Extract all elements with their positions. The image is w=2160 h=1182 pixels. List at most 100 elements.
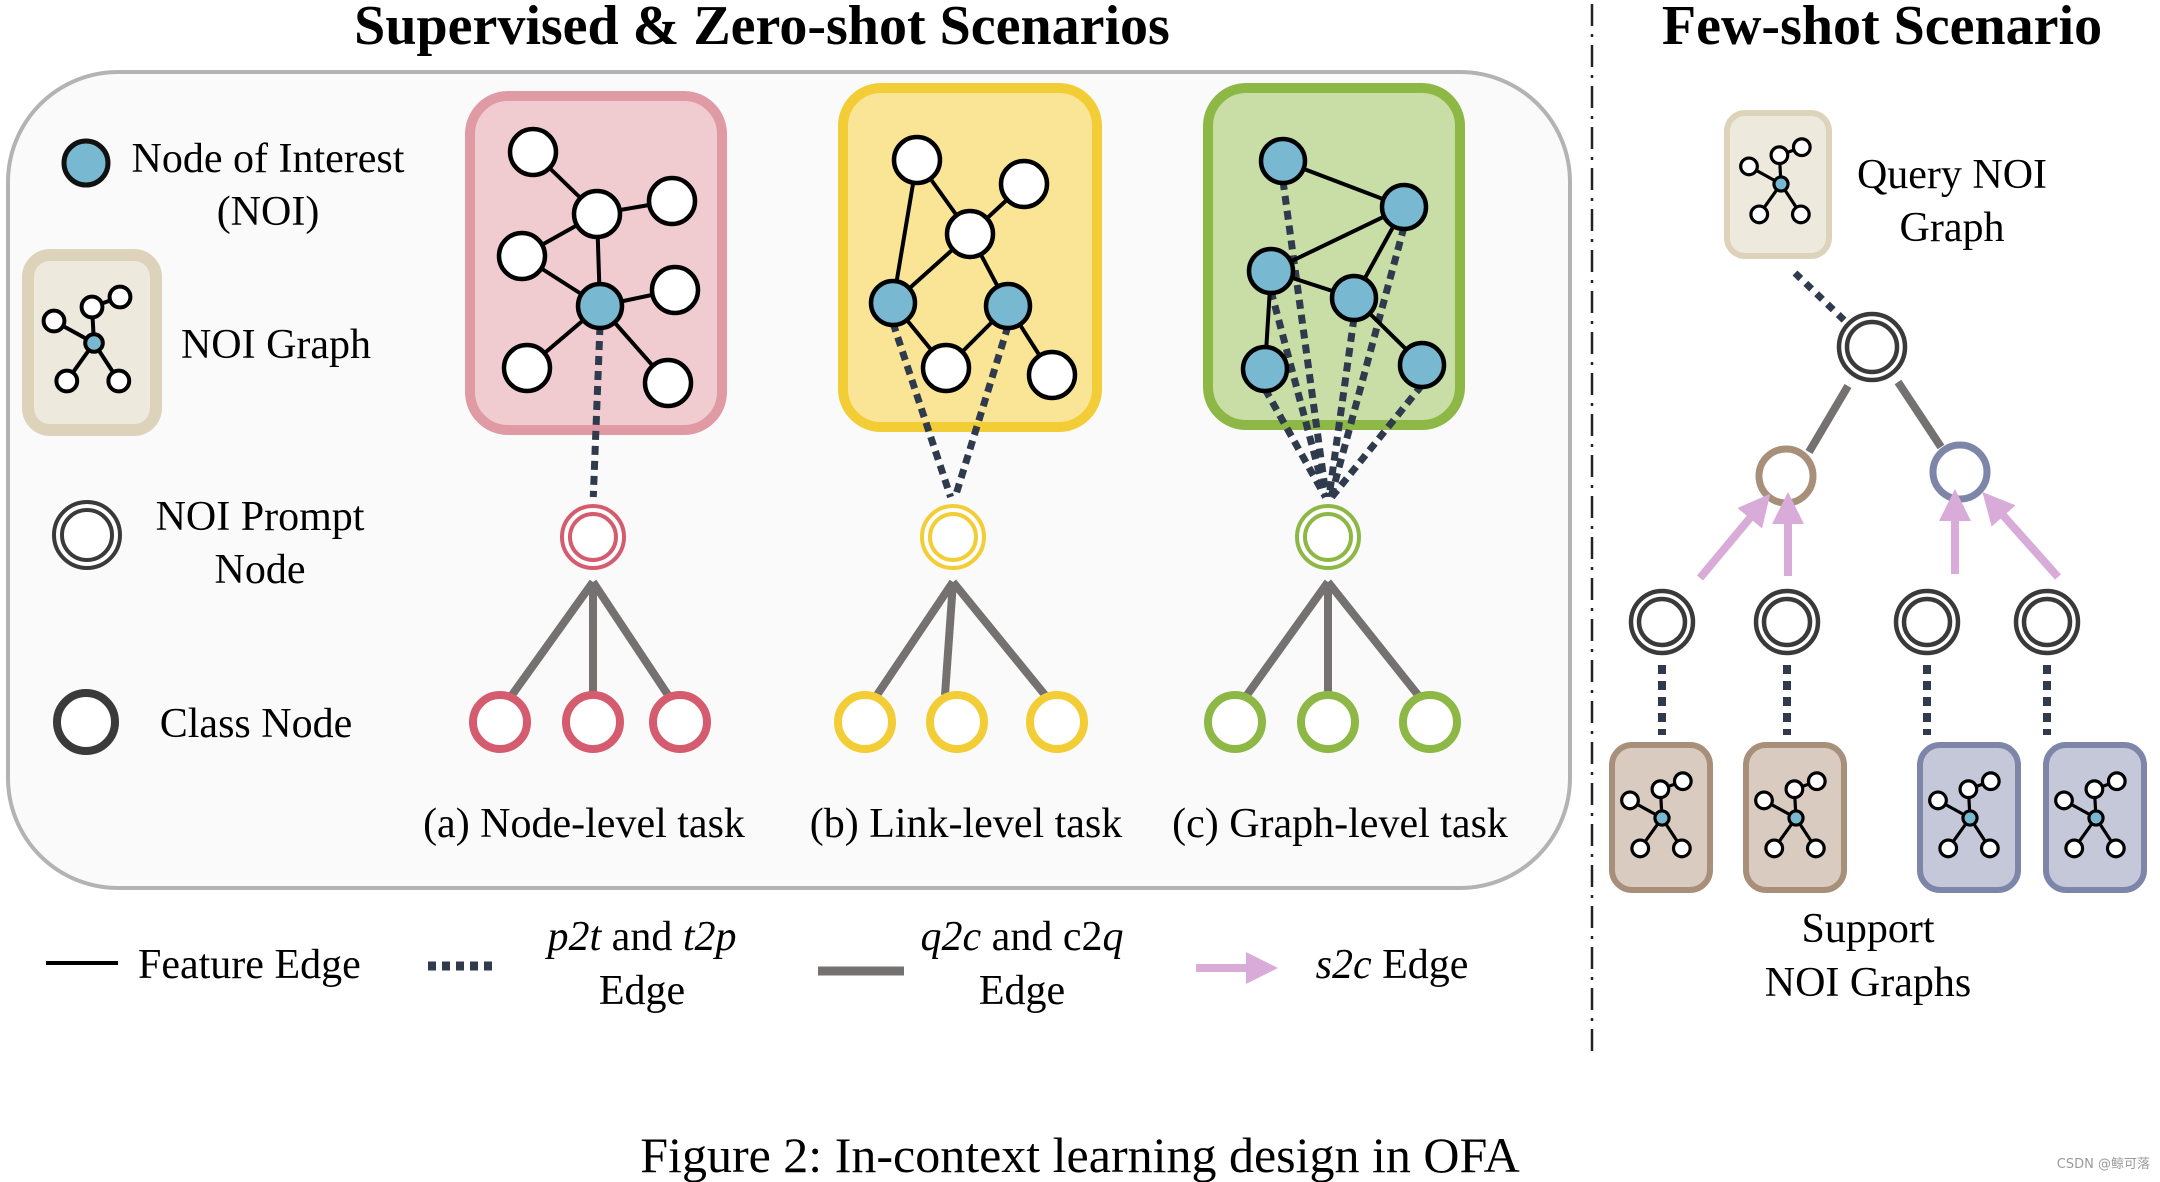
p2t-mid: and xyxy=(601,914,683,960)
graph-node xyxy=(1764,838,1785,859)
graph-node xyxy=(1805,838,1826,859)
query-label-line1: Query NOI xyxy=(1857,152,2047,198)
legend-prompt-line1: NOI Prompt xyxy=(156,494,365,540)
graph-node xyxy=(1980,771,2001,792)
graph-node xyxy=(998,158,1050,210)
title-few-shot: Few-shot Scenario xyxy=(1662,0,2102,57)
graph-node xyxy=(1650,779,1671,800)
class-node xyxy=(926,691,988,753)
graph-node xyxy=(1630,838,1651,859)
task-label: (c) Graph-level task xyxy=(1172,801,1508,847)
graph-node xyxy=(1784,779,1805,800)
class-node xyxy=(834,691,896,753)
graph-node xyxy=(649,264,701,316)
graph-node xyxy=(571,188,623,240)
noi-node xyxy=(1258,136,1308,186)
graph-node xyxy=(1026,349,1078,401)
class-node xyxy=(649,691,711,753)
noi-node xyxy=(1787,809,1805,827)
graph-node xyxy=(1739,156,1759,177)
noi-node xyxy=(1329,273,1379,323)
noi-node xyxy=(83,332,105,354)
graph-node xyxy=(1672,771,1693,792)
class-node xyxy=(1204,691,1266,753)
s2c-arrow xyxy=(1982,492,2061,580)
figure-caption: Figure 2: In-context learning design in … xyxy=(640,1127,1519,1182)
noi-node xyxy=(983,281,1033,331)
graph-node xyxy=(107,284,133,310)
task-label: (b) Link-level task xyxy=(810,801,1123,847)
class-node xyxy=(1026,691,1088,753)
noi-node xyxy=(575,281,625,331)
legend-class-node: Class Node xyxy=(53,689,353,755)
class-node xyxy=(1929,441,1991,503)
legend-noi-line2: (NOI) xyxy=(217,189,320,235)
graph-node xyxy=(2064,838,2085,859)
noi-node xyxy=(1653,809,1671,827)
noi-node xyxy=(2087,809,2105,827)
noi-node xyxy=(1772,175,1790,193)
graph-node xyxy=(891,134,943,186)
support-label-line2: NOI Graphs xyxy=(1765,960,1971,1006)
s2c-arrow xyxy=(1696,493,1771,581)
support-label-line1: Support xyxy=(1801,906,1934,952)
c2q-italic: q xyxy=(1102,914,1123,960)
task-label: (a) Node-level task xyxy=(423,801,745,847)
q2c-mid: and c2 xyxy=(981,914,1102,960)
graph-node xyxy=(106,368,132,394)
graph-node xyxy=(1938,838,1959,859)
query-label-line2: Graph xyxy=(1900,205,2005,251)
watermark: CSDN @鲸可落 xyxy=(2057,1157,2150,1172)
noi-node-icon xyxy=(61,138,111,188)
graph-node xyxy=(1958,779,1979,800)
class-node xyxy=(1399,691,1461,753)
class-node-icon xyxy=(53,689,119,755)
graph-node xyxy=(507,126,559,178)
noi-node xyxy=(1397,340,1447,390)
q2c-italic: q2c xyxy=(921,914,982,960)
graph-node xyxy=(2054,790,2074,811)
graph-node xyxy=(54,368,80,394)
p2t-edge xyxy=(1792,270,1849,325)
legend-class-label: Class Node xyxy=(160,701,353,747)
graph-node xyxy=(1791,137,1812,158)
graph-node xyxy=(944,208,996,260)
feature-edge-label: Feature Edge xyxy=(138,942,361,988)
graph-node xyxy=(2106,771,2127,792)
few-shot-diagram: Query NOI Graph Support NOI Graphs xyxy=(1609,110,2147,1006)
graph-node xyxy=(79,294,105,320)
t2p-italic: t2p xyxy=(683,914,737,960)
q2c-edge xyxy=(1894,379,1945,450)
legend-noi-line1: Node of Interest xyxy=(132,136,405,182)
class-node xyxy=(469,691,531,753)
q2c-edge xyxy=(1805,383,1852,455)
graph-node xyxy=(920,342,972,394)
graph-node xyxy=(1620,790,1640,811)
graph-node xyxy=(2084,779,2105,800)
title-supervised-zero-shot: Supervised & Zero-shot Scenarios xyxy=(354,0,1170,57)
graph-node xyxy=(2105,838,2126,859)
graph-node xyxy=(1754,790,1774,811)
graph-node xyxy=(496,230,548,282)
s2c-edge-label: s2c Edge xyxy=(1316,942,1469,988)
graph-node xyxy=(1790,204,1811,225)
s2c-rest: Edge xyxy=(1372,942,1469,988)
q2c-edge-label-line1: q2c and c2q xyxy=(921,914,1124,960)
noi-node xyxy=(1240,344,1290,394)
noi-node xyxy=(1961,809,1979,827)
figure-canvas: Supervised & Zero-shot Scenarios Few-sho… xyxy=(6,0,2150,1182)
graph-node xyxy=(1749,204,1770,225)
graph-node xyxy=(642,357,694,409)
s2c-italic: s2c xyxy=(1316,942,1372,988)
graph-node xyxy=(646,175,698,227)
p2t-edge-label-line2: Edge xyxy=(599,968,685,1014)
noi-node xyxy=(1379,182,1429,232)
legend-prompt-line2: Node xyxy=(215,547,306,593)
graph-node xyxy=(1769,145,1790,166)
graph-node xyxy=(1806,771,1827,792)
noi-node xyxy=(868,278,918,328)
p2t-italic: p2t xyxy=(545,914,603,960)
graph-node xyxy=(1928,790,1948,811)
graph-node xyxy=(1979,838,2000,859)
graph-node xyxy=(41,308,67,334)
